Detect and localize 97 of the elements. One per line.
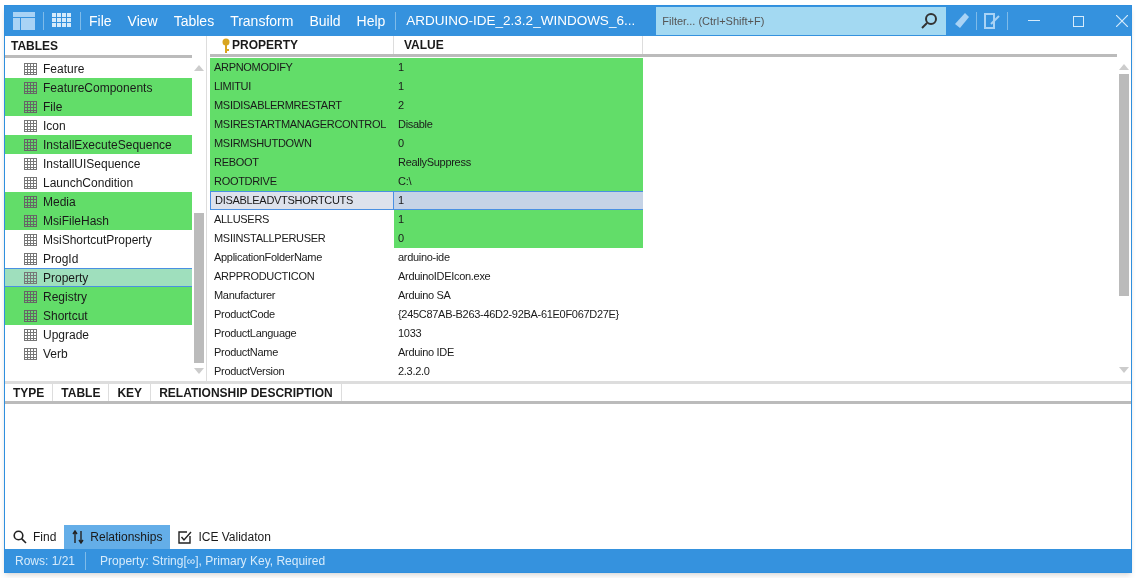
column-header: TABLES bbox=[11, 37, 59, 55]
scrollbar-thumb[interactable] bbox=[194, 213, 204, 363]
tab[interactable]: Find bbox=[5, 525, 65, 549]
checkbox-icon bbox=[178, 530, 193, 544]
scroll-down-icon[interactable] bbox=[194, 368, 204, 374]
key-icon bbox=[222, 37, 230, 53]
table-list-item[interactable]: File bbox=[5, 97, 192, 116]
data-cell[interactable]: Arduino SA bbox=[394, 286, 643, 305]
table-icon bbox=[24, 233, 37, 246]
data-cell[interactable]: ReallySuppress bbox=[394, 153, 643, 172]
property-cell[interactable]: ALLUSERS bbox=[210, 210, 394, 229]
edit-document-icon[interactable] bbox=[983, 12, 1002, 30]
column-header[interactable]: TYPE bbox=[5, 384, 54, 401]
close-icon[interactable] bbox=[1116, 15, 1129, 27]
property-cell[interactable]: DISABLEADVTSHORTCUTS bbox=[210, 191, 394, 210]
table-list-item[interactable]: Shortcut bbox=[5, 306, 192, 325]
data-cell[interactable]: 0 bbox=[394, 134, 643, 153]
property-cell[interactable]: ROOTDRIVE bbox=[210, 172, 394, 191]
row-count: Rows: 1/21 bbox=[14, 552, 77, 570]
table-list-item[interactable]: MsiFileHash bbox=[5, 211, 192, 230]
property-cell[interactable]: ProductVersion bbox=[210, 362, 394, 381]
table-icon bbox=[24, 328, 37, 341]
sort-arrows-icon bbox=[72, 530, 85, 544]
table-icon bbox=[24, 290, 37, 303]
table-icon bbox=[24, 271, 37, 284]
table-list-item[interactable]: LaunchCondition bbox=[5, 173, 192, 192]
property-cell[interactable]: Manufacturer bbox=[210, 286, 394, 305]
table-icon bbox=[24, 119, 37, 132]
table-list-item[interactable]: Property bbox=[5, 268, 192, 287]
data-cell[interactable]: 1 bbox=[394, 58, 643, 77]
table-icon bbox=[24, 157, 37, 170]
search-icon bbox=[13, 530, 27, 544]
window-title: ARDUINO-IDE_2.3.2_WINDOWS_6... bbox=[406, 11, 637, 30]
data-cell[interactable]: C:\ bbox=[394, 172, 643, 191]
data-cell[interactable]: 0 bbox=[394, 229, 643, 248]
layout-icon[interactable] bbox=[13, 12, 35, 30]
data-cell[interactable]: 1 bbox=[394, 77, 643, 96]
scroll-up-icon[interactable] bbox=[1119, 64, 1129, 70]
data-cell[interactable]: Disable bbox=[394, 115, 643, 134]
data-cell[interactable]: 1033 bbox=[394, 324, 643, 343]
table-icon bbox=[24, 214, 37, 227]
table-icon bbox=[24, 309, 37, 322]
table-icon bbox=[24, 81, 37, 94]
scroll-down-icon[interactable] bbox=[1119, 367, 1129, 373]
status-text: Property: String[∞], Primary Key, Required bbox=[99, 552, 327, 570]
table-list-item[interactable]: Registry bbox=[5, 287, 192, 306]
data-cell[interactable]: 2.3.2.0 bbox=[394, 362, 643, 381]
scroll-up-icon[interactable] bbox=[194, 65, 204, 71]
table-icon bbox=[24, 176, 37, 189]
table-icon bbox=[24, 100, 37, 113]
table-list-item[interactable]: Icon bbox=[5, 116, 192, 135]
column-header[interactable]: TABLE bbox=[53, 384, 110, 401]
table-list-item[interactable]: Media bbox=[5, 192, 192, 211]
property-cell[interactable]: MSIRESTARTMANAGERCONTROL bbox=[210, 115, 394, 134]
data-cell[interactable]: Arduino IDE bbox=[394, 343, 643, 362]
table-list-item[interactable]: InstallExecuteSequence bbox=[5, 135, 192, 154]
property-cell[interactable]: ProductCode bbox=[210, 305, 394, 324]
property-cell[interactable]: MSIINSTALLPERUSER bbox=[210, 229, 394, 248]
table-list-item[interactable]: Upgrade bbox=[5, 325, 192, 344]
scrollbar-thumb[interactable] bbox=[1119, 74, 1129, 296]
search-icon[interactable] bbox=[920, 12, 939, 30]
tab[interactable]: ICE Validaton bbox=[170, 525, 279, 549]
property-cell[interactable]: MSIRMSHUTDOWN bbox=[210, 134, 394, 153]
data-cell[interactable]: 1 bbox=[394, 191, 643, 210]
data-cell[interactable]: arduino-ide bbox=[394, 248, 643, 267]
table-icon bbox=[24, 347, 37, 360]
minimize-icon[interactable] bbox=[1028, 20, 1041, 22]
property-cell[interactable]: ARPPRODUCTICON bbox=[210, 267, 394, 286]
table-list-item[interactable]: FeatureComponents bbox=[5, 78, 192, 97]
table-list-item[interactable]: Feature bbox=[5, 59, 192, 78]
tab[interactable]: Relationships bbox=[64, 525, 171, 549]
maximize-icon[interactable] bbox=[1073, 15, 1085, 27]
column-header[interactable]: KEY bbox=[109, 384, 152, 401]
table-list-item[interactable]: MsiShortcutProperty bbox=[5, 230, 192, 249]
data-cell[interactable]: {245C87AB-B263-46D2-92BA-61E0F067D27E} bbox=[394, 305, 643, 324]
column-header[interactable]: PROPERTY bbox=[210, 36, 394, 54]
grid-icon[interactable] bbox=[52, 13, 72, 29]
property-cell[interactable]: ProductLanguage bbox=[210, 324, 394, 343]
property-cell[interactable]: ARPNOMODIFY bbox=[210, 58, 394, 77]
column-header[interactable]: VALUE bbox=[394, 36, 643, 54]
table-icon bbox=[24, 138, 37, 151]
property-cell[interactable]: MSIDISABLERMRESTART bbox=[210, 96, 394, 115]
data-cell[interactable]: ArduinoIDEIcon.exe bbox=[394, 267, 643, 286]
eraser-icon[interactable] bbox=[954, 12, 971, 30]
table-list-item[interactable]: ProgId bbox=[5, 249, 192, 268]
table-icon bbox=[24, 195, 37, 208]
table-list-item[interactable]: Verb bbox=[5, 344, 192, 363]
property-cell[interactable]: ApplicationFolderName bbox=[210, 248, 394, 267]
property-cell[interactable]: REBOOT bbox=[210, 153, 394, 172]
property-cell[interactable]: LIMITUI bbox=[210, 77, 394, 96]
table-list-item[interactable]: InstallUISequence bbox=[5, 154, 192, 173]
table-icon bbox=[24, 252, 37, 265]
property-cell[interactable]: ProductName bbox=[210, 343, 394, 362]
data-cell[interactable]: 2 bbox=[394, 96, 643, 115]
table-icon bbox=[24, 62, 37, 75]
data-cell[interactable]: 1 bbox=[394, 210, 643, 229]
column-header[interactable]: RELATIONSHIP DESCRIPTION bbox=[151, 384, 342, 401]
